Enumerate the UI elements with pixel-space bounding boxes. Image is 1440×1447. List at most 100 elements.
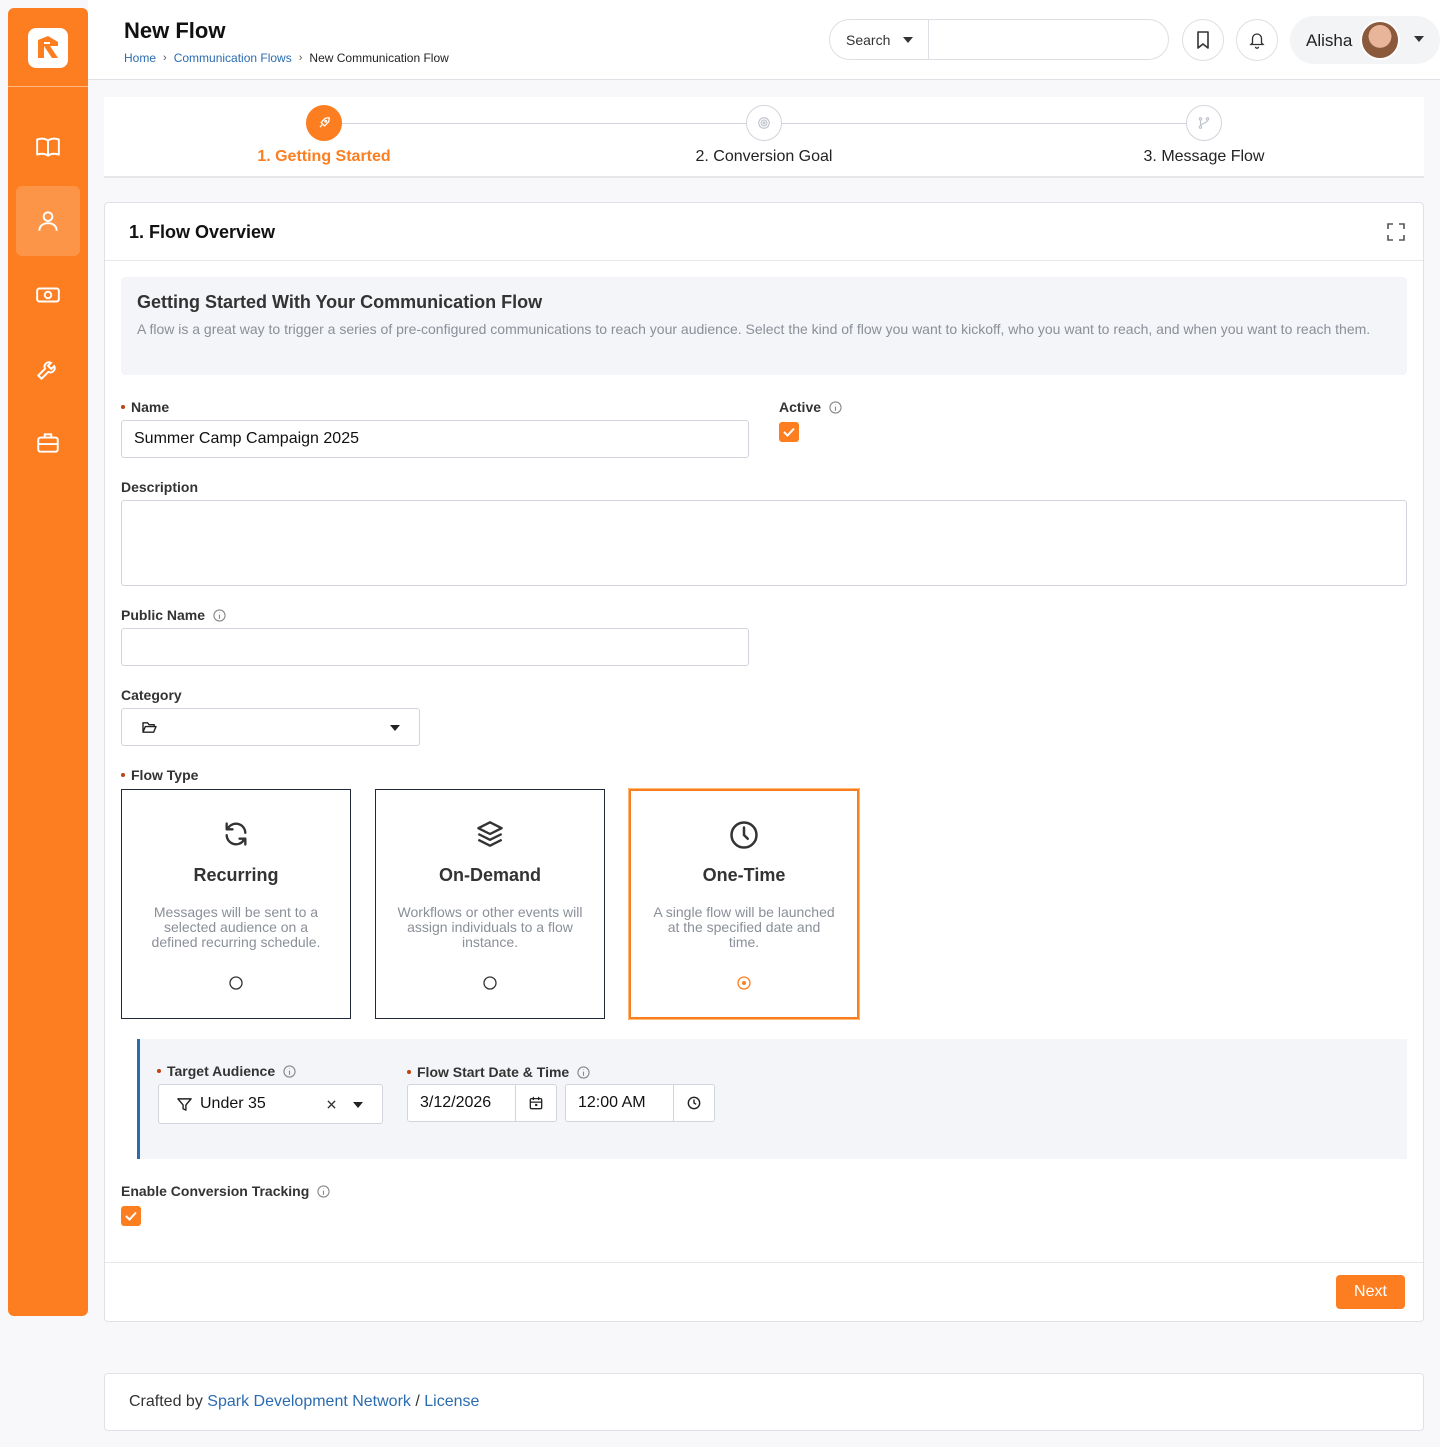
- breadcrumb-home[interactable]: Home: [124, 51, 156, 65]
- money-icon: [36, 287, 60, 303]
- breadcrumb-separator: ›: [298, 52, 303, 64]
- notifications-button[interactable]: [1236, 19, 1278, 61]
- flow-start-label: Flow Start Date & Time: [407, 1064, 590, 1080]
- sidebar-item-tools[interactable]: [16, 334, 80, 404]
- sidebar-item-finance[interactable]: [16, 260, 80, 330]
- footer-prefix: Crafted by: [129, 1393, 203, 1410]
- folder-open-icon: [142, 721, 157, 733]
- caret-down-icon[interactable]: [353, 1102, 363, 1108]
- conversion-tracking-label: Enable Conversion Tracking: [121, 1183, 330, 1199]
- active-label-text: Active: [779, 399, 822, 415]
- required-indicator: [407, 1070, 411, 1074]
- next-button[interactable]: Next: [1336, 1275, 1405, 1309]
- filter-icon: [177, 1097, 192, 1111]
- clear-icon[interactable]: [327, 1100, 336, 1109]
- calendar-button[interactable]: [515, 1085, 556, 1121]
- step-3-label[interactable]: 3. Message Flow: [1084, 148, 1324, 166]
- target-audience-label: Target Audience: [157, 1063, 296, 1079]
- footer-spark-link[interactable]: Spark Development Network: [207, 1393, 411, 1410]
- info-icon[interactable]: [317, 1184, 330, 1198]
- flow-type-description: A single flow will be launched at the sp…: [653, 904, 835, 950]
- radio-unselected-icon[interactable]: [229, 976, 243, 990]
- step-2-label[interactable]: 2. Conversion Goal: [644, 148, 884, 166]
- target-audience-value: Under 35: [200, 1095, 266, 1112]
- start-date-field[interactable]: 3/12/2026: [407, 1084, 557, 1122]
- radio-selected-icon[interactable]: [737, 976, 751, 990]
- name-field[interactable]: Summer Camp Campaign 2025: [121, 420, 749, 458]
- user-icon: [38, 211, 58, 231]
- wizard-steps: 1. Getting Started 2. Conversion Goal 3.…: [104, 97, 1424, 178]
- refresh-icon: [225, 822, 247, 846]
- flow-type-one-time-card[interactable]: One-Time A single flow will be launched …: [629, 789, 859, 1019]
- rock-logo[interactable]: [28, 28, 68, 68]
- time-button[interactable]: [673, 1085, 714, 1121]
- step-connector: [782, 123, 1186, 124]
- info-icon[interactable]: [577, 1065, 590, 1079]
- description-textarea[interactable]: [121, 500, 1407, 586]
- check-icon: [783, 427, 795, 437]
- active-checkbox[interactable]: [779, 422, 799, 442]
- flow-type-on-demand-card[interactable]: On-Demand Workflows or other events will…: [375, 789, 605, 1019]
- info-icon[interactable]: [213, 608, 226, 622]
- search-type-dropdown[interactable]: Search: [830, 20, 929, 59]
- intro-title: Getting Started With Your Communication …: [137, 292, 543, 312]
- target-audience-label-text: Target Audience: [167, 1063, 276, 1079]
- flow-type-description: Workflows or other events will assign in…: [397, 904, 583, 950]
- name-field-value: Summer Camp Campaign 2025: [134, 430, 359, 447]
- step-3-circle[interactable]: [1186, 105, 1222, 141]
- rocket-icon: [319, 117, 330, 128]
- footer-license-link[interactable]: License: [424, 1393, 479, 1410]
- conversion-tracking-checkbox[interactable]: [121, 1206, 141, 1226]
- breadcrumb-current: New Communication Flow: [309, 51, 449, 65]
- description-label: Description: [121, 479, 198, 495]
- user-name: Alisha: [1306, 31, 1353, 50]
- bookmark-button[interactable]: [1182, 19, 1224, 61]
- start-date-value: 3/12/2026: [420, 1094, 492, 1111]
- radio-unselected-icon[interactable]: [483, 976, 497, 990]
- fullscreen-icon[interactable]: [1387, 223, 1405, 241]
- panel-header: 1. Flow Overview: [105, 203, 1423, 261]
- intro-text: A flow is a great way to trigger a serie…: [137, 321, 1371, 337]
- logo-icon: [38, 36, 58, 58]
- flow-type-title: Recurring: [193, 865, 279, 885]
- step-1-label[interactable]: 1. Getting Started: [204, 148, 444, 166]
- step-1-circle[interactable]: [306, 105, 342, 141]
- flow-type-title: One-Time: [702, 865, 786, 885]
- flow-type-label-text: Flow Type: [131, 767, 199, 783]
- breadcrumb-separator: ›: [163, 52, 167, 64]
- active-label: Active: [779, 399, 842, 415]
- flow-type-label: Flow Type: [121, 767, 198, 783]
- sidebar-item-admin[interactable]: [16, 408, 80, 478]
- top-header: New Flow Home › Communication Flows › Ne…: [88, 0, 1440, 80]
- step-2-circle[interactable]: [746, 105, 782, 141]
- intro-callout: Getting Started With Your Communication …: [121, 277, 1407, 375]
- category-label: Category: [121, 687, 182, 703]
- info-icon[interactable]: [829, 400, 842, 414]
- search-input[interactable]: [929, 20, 1168, 59]
- bookmark-icon: [1197, 31, 1209, 49]
- category-picker[interactable]: [121, 708, 420, 746]
- clock-icon: [730, 821, 758, 849]
- public-name-label: Public Name: [121, 607, 226, 623]
- caret-down-icon: [390, 725, 400, 731]
- start-time-field[interactable]: 12:00 AM: [565, 1084, 715, 1122]
- sidebar-item-person[interactable]: [16, 186, 80, 256]
- schedule-section: Target Audience Under 35 Flow Start Date…: [137, 1039, 1407, 1159]
- book-icon: [36, 137, 60, 157]
- flow-type-recurring-card[interactable]: Recurring Messages will be sent to a sel…: [121, 789, 351, 1019]
- sidebar-item-book[interactable]: [16, 112, 80, 182]
- breadcrumb: Home › Communication Flows › New Communi…: [124, 51, 449, 65]
- avatar: [1360, 20, 1400, 60]
- target-audience-picker[interactable]: Under 35: [158, 1084, 383, 1124]
- page-title: New Flow: [124, 18, 226, 43]
- briefcase-icon: [37, 433, 59, 453]
- info-icon[interactable]: [283, 1064, 296, 1078]
- user-caret-down-icon[interactable]: [1414, 36, 1424, 42]
- conversion-tracking-label-text: Enable Conversion Tracking: [121, 1183, 310, 1199]
- breadcrumb-communication-flows[interactable]: Communication Flows: [174, 51, 292, 65]
- step-connector: [342, 123, 746, 124]
- calendar-icon: [529, 1096, 543, 1110]
- public-name-field[interactable]: [121, 628, 749, 666]
- target-icon: [758, 117, 770, 129]
- check-icon: [125, 1211, 137, 1221]
